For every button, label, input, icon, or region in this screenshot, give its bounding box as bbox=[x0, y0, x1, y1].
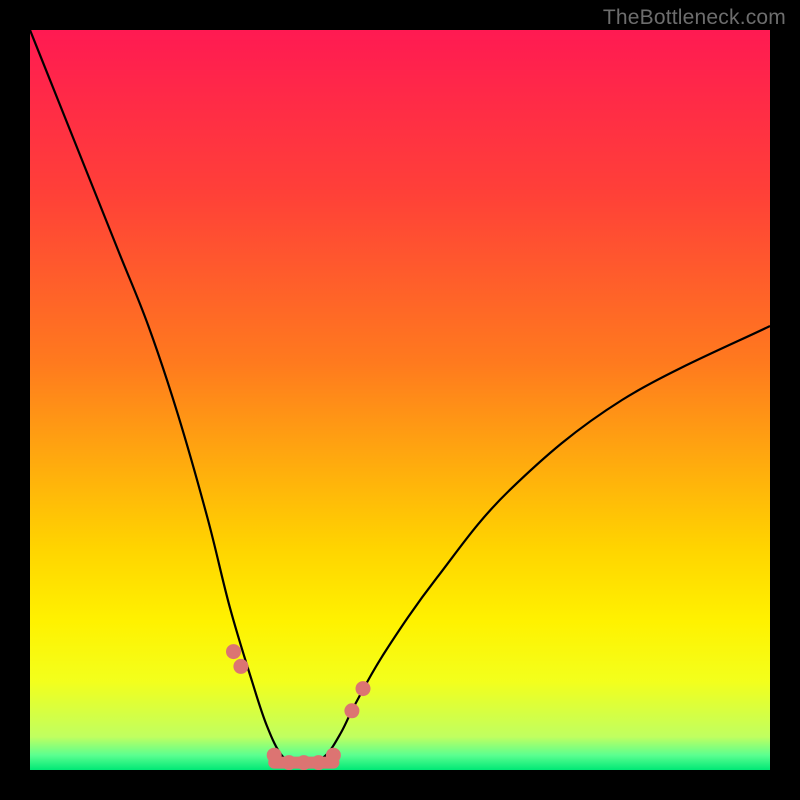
marker-point bbox=[282, 755, 297, 770]
plot-area bbox=[30, 30, 770, 770]
marker-point bbox=[356, 681, 371, 696]
marker-point bbox=[267, 748, 282, 763]
marker-point bbox=[296, 755, 311, 770]
marker-point bbox=[311, 755, 326, 770]
bottleneck-curve bbox=[30, 30, 770, 764]
watermark-text: TheBottleneck.com bbox=[603, 6, 786, 30]
chart-svg bbox=[30, 30, 770, 770]
marker-point bbox=[233, 659, 248, 674]
marker-group bbox=[226, 644, 371, 770]
marker-point bbox=[226, 644, 241, 659]
marker-point bbox=[326, 748, 341, 763]
marker-point bbox=[344, 703, 359, 718]
